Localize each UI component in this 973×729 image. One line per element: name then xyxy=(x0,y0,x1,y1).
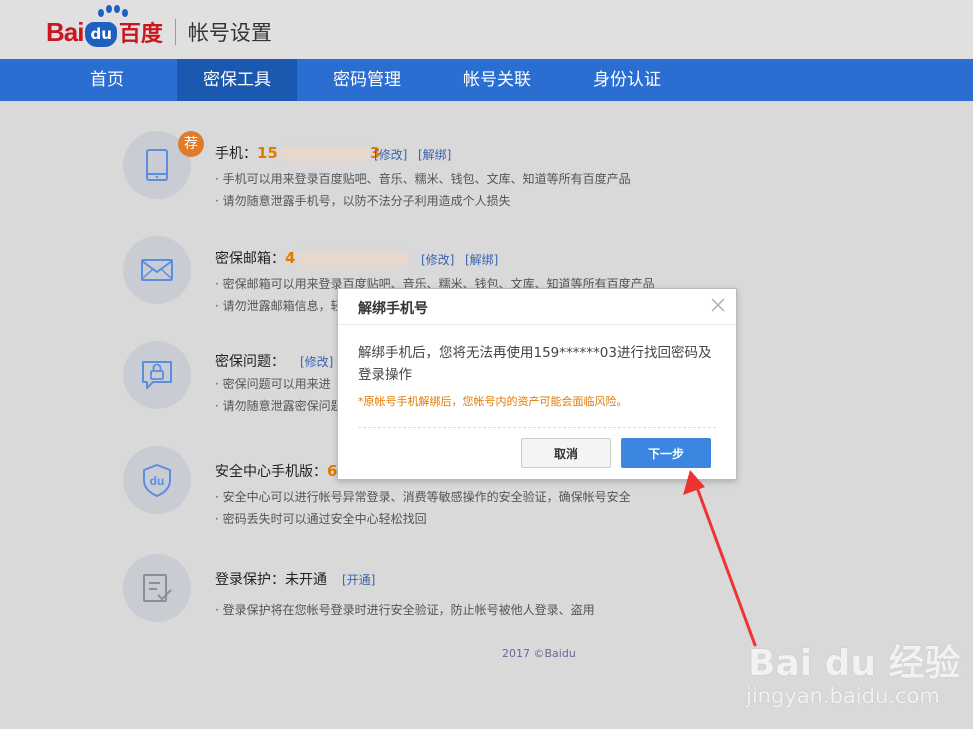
tab-account-link[interactable]: 帐号关联 xyxy=(437,59,557,101)
dialog-title: 解绑手机号 xyxy=(358,301,428,317)
email-blur xyxy=(297,252,410,266)
logo-divider xyxy=(174,19,176,45)
unbind-phone-dialog: 解绑手机号 解绑手机后，您将无法再使用159******03进行找回密码及登录操… xyxy=(337,288,737,480)
mail-icon xyxy=(141,259,173,281)
email-edit-link[interactable]: [修改] xyxy=(421,251,454,268)
page-title: 帐号设置 xyxy=(187,21,272,45)
close-icon[interactable] xyxy=(710,297,726,313)
phone-icon xyxy=(146,149,168,181)
phone-blur xyxy=(279,147,370,161)
email-desc-2: · 请勿泄露邮箱信息，轻 xyxy=(215,299,343,313)
shield-du-icon: du xyxy=(143,464,171,497)
shield-icon-circle: du xyxy=(123,446,191,514)
dialog-divider xyxy=(358,427,716,428)
logo-cn-text: 百度 xyxy=(118,22,163,47)
secure-phone-desc-1: · 安全中心可以进行帐号异常登录、消费等敏感操作的安全验证，确保帐号安全 xyxy=(215,490,631,504)
question-desc-2: · 请勿随意泄露密保问题 xyxy=(215,399,343,413)
phone-desc-2: · 请勿随意泄露手机号，以防不法分子利用造成个人损失 xyxy=(215,194,511,208)
phone-label: 手机： xyxy=(215,146,257,162)
question-edit-link[interactable]: [修改] xyxy=(300,353,333,370)
dialog-warning: *原帐号手机解绑后，您帐号内的资产可能会面临风险。 xyxy=(358,395,628,408)
login-protect-open-link[interactable]: [开通] xyxy=(342,571,375,588)
footer-copyright: 2017 ©Baidu xyxy=(502,647,576,660)
baidu-logo[interactable]: Bai du 百度 帐号设置 xyxy=(46,5,272,50)
tab-home[interactable]: 首页 xyxy=(57,59,157,101)
email-value-start: 4 xyxy=(285,249,296,267)
page-header: Bai du 百度 帐号设置 xyxy=(0,0,973,59)
tab-identity[interactable]: 身份认证 xyxy=(567,59,687,101)
next-step-button[interactable]: 下一步 xyxy=(621,438,711,468)
mail-icon-circle xyxy=(123,236,191,304)
lock-chat-icon xyxy=(142,361,172,389)
svg-text:du: du xyxy=(150,474,165,488)
checklist-icon xyxy=(143,574,172,602)
watermark-logo: Bai du 经验 xyxy=(748,643,961,684)
main-nav: 首页 密保工具 密码管理 帐号关联 身份认证 xyxy=(0,59,973,101)
logo-bai-text: Bai xyxy=(46,16,84,47)
secure-phone-title: 安全中心手机版：6 xyxy=(215,461,337,481)
phone-edit-link[interactable]: [修改] xyxy=(374,146,407,163)
dialog-header: 解绑手机号 xyxy=(338,289,736,325)
phone-unbind-link[interactable]: [解绑] xyxy=(418,146,451,163)
recommend-badge: 荐 xyxy=(178,131,204,157)
email-label: 密保邮箱： xyxy=(215,251,285,267)
tab-security-tools[interactable]: 密保工具 xyxy=(177,59,297,101)
logo-du-paw: du xyxy=(85,21,117,47)
question-icon-circle xyxy=(123,341,191,409)
secure-phone-value: 6 xyxy=(327,462,338,480)
question-title: 密保问题： xyxy=(215,354,285,370)
tab-password[interactable]: 密码管理 xyxy=(307,59,427,101)
cancel-button[interactable]: 取消 xyxy=(521,438,611,468)
secure-phone-desc-2: · 密码丢失时可以通过安全中心轻松找回 xyxy=(215,512,427,526)
login-protect-desc-1: · 登录保护将在您帐号登录时进行安全验证，防止帐号被他人登录、盗用 xyxy=(215,603,595,617)
secure-phone-label: 安全中心手机版： xyxy=(215,464,327,480)
checklist-icon-circle xyxy=(123,554,191,622)
login-protect-title: 登录保护：未开通 xyxy=(215,572,327,588)
email-title: 密保邮箱：4 xyxy=(215,248,410,268)
jingyan-watermark: Bai du 经验 jingyan.baidu.com xyxy=(742,628,973,729)
dialog-message: 解绑手机后，您将无法再使用159******03进行找回密码及登录操作 xyxy=(358,345,712,383)
watermark-url: jingyan.baidu.com xyxy=(746,684,940,708)
phone-title: 手机：15 3 xyxy=(215,143,380,163)
phone-value-start: 15 xyxy=(257,144,278,162)
email-unbind-link[interactable]: [解绑] xyxy=(465,251,498,268)
question-desc-1: · 密保问题可以用来进 xyxy=(215,377,331,391)
phone-desc-1: · 手机可以用来登录百度贴吧、音乐、糯米、钱包、文库、知道等所有百度产品 xyxy=(215,172,631,186)
